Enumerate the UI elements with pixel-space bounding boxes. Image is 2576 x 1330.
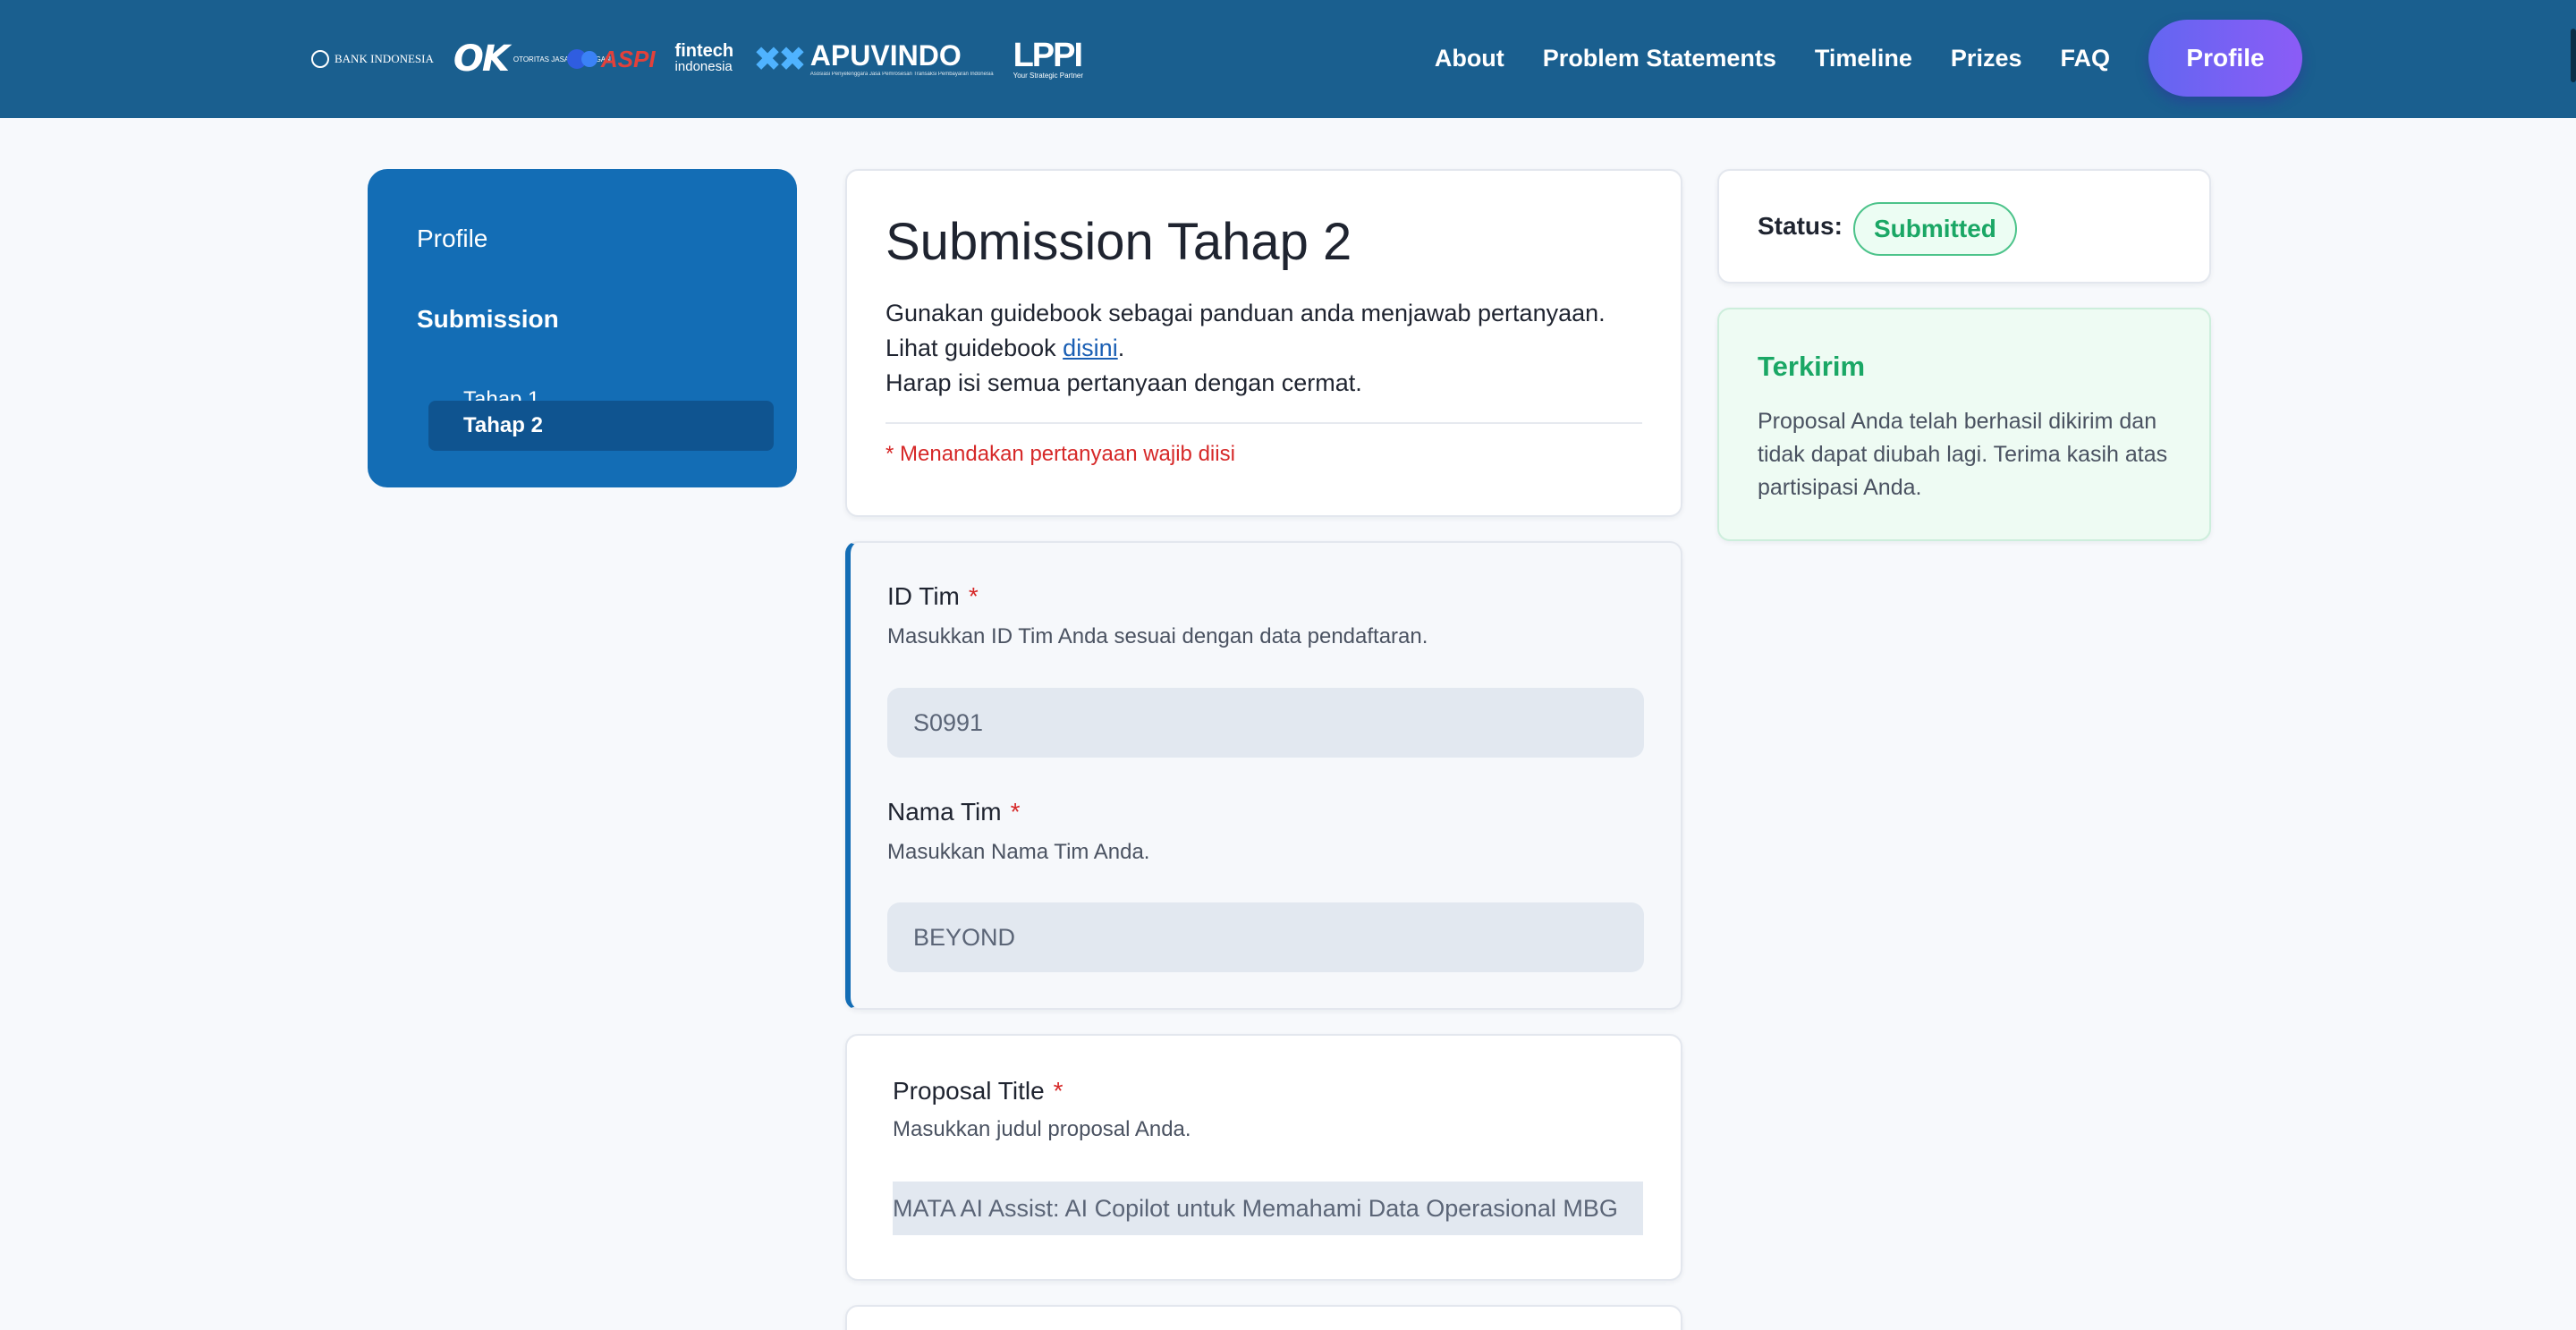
fintech-logo-subtext: indonesia xyxy=(674,59,733,74)
submitted-notice-body: Proposal Anda telah berhasil dikirim dan… xyxy=(1758,409,2168,500)
sidebar: Profile Submission Tahap 1 Tahap 2 xyxy=(368,169,797,487)
team-id-label: ID Tim * xyxy=(887,582,979,611)
intro-line-2-suffix: . xyxy=(1117,335,1125,361)
required-asterisk: * xyxy=(1053,1077,1063,1105)
intro-line-2-text: Lihat guidebook xyxy=(886,335,1063,361)
intro-instructions: Gunakan guidebook sebagai panduan anda m… xyxy=(886,296,1606,401)
nav-timeline[interactable]: Timeline xyxy=(1815,45,1912,72)
next-question-card xyxy=(845,1305,1682,1330)
team-id-label-text: ID Tim xyxy=(887,582,960,610)
team-name-label: Nama Tim * xyxy=(887,798,1020,826)
divider xyxy=(886,422,1642,424)
intro-line-1: Gunakan guidebook sebagai panduan anda m… xyxy=(886,300,1606,326)
nav-prizes[interactable]: Prizes xyxy=(1951,45,2022,72)
intro-line-3: Harap isi semua pertanyaan dengan cermat… xyxy=(886,369,1362,396)
scrollbar-thumb[interactable] xyxy=(2571,29,2576,82)
team-name-field[interactable]: BEYOND xyxy=(887,902,1644,972)
top-navbar: BANK INDONESIA OK OTORITAS JASA KEUANGAN… xyxy=(0,0,2576,118)
fintech-logo-text: fintech xyxy=(674,41,734,61)
fintech-indonesia-logo: fintech indonesia xyxy=(674,41,734,75)
intro-card: Submission Tahap 2 Gunakan guidebook seb… xyxy=(845,169,1682,517)
guidebook-link[interactable]: disini xyxy=(1063,335,1118,361)
nav-problem-statements[interactable]: Problem Statements xyxy=(1543,45,1776,72)
sidebar-item-submission[interactable]: Submission xyxy=(417,305,559,334)
aspi-logo-text: ASPI xyxy=(600,45,656,72)
profile-button[interactable]: Profile xyxy=(2148,20,2302,97)
required-note: * Menandakan pertanyaan wajib diisi xyxy=(886,442,1235,466)
sidebar-item-tahap-2[interactable]: Tahap 2 xyxy=(428,401,774,451)
status-badge: Submitted xyxy=(1853,202,2017,256)
apuvindo-mark-icon: ✖✖ xyxy=(753,40,807,79)
proposal-title-field[interactable]: MATA AI Assist: AI Copilot untuk Memaham… xyxy=(893,1182,1643,1235)
ojk-logo-text: OTORITAS JASA KEUANGAN xyxy=(513,55,611,64)
bank-indonesia-emblem-icon xyxy=(311,50,329,68)
aspi-logo: ASPI xyxy=(566,45,656,73)
ojk-logo-mark: OK xyxy=(453,38,510,80)
submitted-notice-card: Terkirim Proposal Anda telah berhasil di… xyxy=(1717,308,2211,541)
team-id-field[interactable]: S0991 xyxy=(887,688,1644,758)
required-asterisk: * xyxy=(1010,798,1021,826)
proposal-title-label-text: Proposal Title xyxy=(893,1077,1045,1105)
team-name-label-text: Nama Tim xyxy=(887,798,1002,826)
main-nav: About Problem Statements Timeline Prizes… xyxy=(1396,20,2302,97)
lppi-logo-subtext: Your Strategic Partner xyxy=(1013,72,1084,80)
ojk-logo: OK OTORITAS JASA KEUANGAN xyxy=(453,38,611,80)
team-fields-card: ID Tim * Masukkan ID Tim Anda sesuai deng… xyxy=(845,541,1682,1010)
aspi-circle-small-icon xyxy=(580,51,597,67)
sidebar-item-profile[interactable]: Profile xyxy=(417,224,487,253)
apuvindo-logo-text: APUVINDO xyxy=(809,39,962,72)
page-title: Submission Tahap 2 xyxy=(886,213,1352,271)
intro-line-2: Lihat guidebook disini. xyxy=(886,331,1606,366)
apuvindo-logo: ✖✖ APUVINDO Asosiasi Penyelenggara Jasa … xyxy=(753,39,993,80)
nav-faq[interactable]: FAQ xyxy=(2060,45,2110,72)
team-name-help: Masukkan Nama Tim Anda. xyxy=(887,840,1150,864)
submitted-notice-title: Terkirim xyxy=(1758,351,1866,382)
required-asterisk: * xyxy=(968,582,979,610)
lppi-logo: LPPI Your Strategic Partner xyxy=(1013,38,1083,80)
nav-about[interactable]: About xyxy=(1435,45,1504,72)
proposal-title-card: Proposal Title * Masukkan judul proposal … xyxy=(845,1034,1682,1281)
status-label: Status: xyxy=(1758,212,1843,240)
proposal-title-help: Masukkan judul proposal Anda. xyxy=(893,1117,1191,1141)
team-id-help: Masukkan ID Tim Anda sesuai dengan data … xyxy=(887,624,1428,648)
apuvindo-logo-subtext: Asosiasi Penyelenggara Jasa Pemrosesan T… xyxy=(809,72,994,77)
status-card: Status: Submitted xyxy=(1717,169,2211,284)
lppi-logo-text: LPPI xyxy=(1013,37,1083,74)
bank-indonesia-logo: BANK INDONESIA xyxy=(311,50,434,68)
proposal-title-label: Proposal Title * xyxy=(893,1077,1063,1106)
partner-logos: BANK INDONESIA OK OTORITAS JASA KEUANGAN… xyxy=(311,27,1083,91)
bank-indonesia-logo-text: BANK INDONESIA xyxy=(335,52,434,65)
